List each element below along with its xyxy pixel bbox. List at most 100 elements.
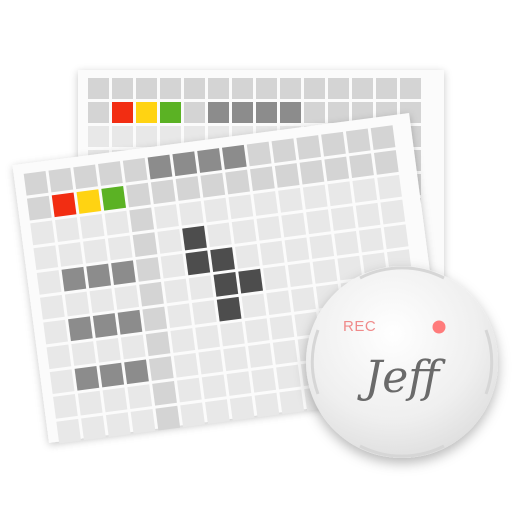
front-grid-cell [172,151,198,177]
front-grid-cell [254,392,280,418]
front-grid-cell [139,281,164,307]
front-grid-cell [231,219,257,244]
front-grid-cell [206,222,232,248]
front-grid-cell [246,141,272,167]
back-grid-cell [136,78,157,99]
front-grid-cell [135,257,161,282]
front-grid-cell [167,303,192,329]
front-grid-cell [327,181,353,207]
back-grid-cell [184,102,205,123]
front-grid-cell [274,163,300,188]
front-grid-cell [73,164,98,190]
back-grid-cell [400,78,421,99]
front-grid-cell [241,293,267,319]
front-grid-cell [58,242,83,267]
front-grid-cell [111,260,136,286]
front-grid-cell [235,244,260,269]
front-grid-cell [142,306,168,332]
front-grid-cell [76,189,102,214]
front-grid-cell [89,288,115,314]
front-grid-cell [352,178,378,203]
jeff-wordmark: Jeff [357,352,447,403]
back-grid-cell [136,102,157,123]
app-icon: REC Jeff [0,0,512,512]
front-grid-cell [53,394,78,419]
back-grid-cell [280,102,301,123]
front-grid-cell [155,405,181,431]
front-grid-cell [349,153,374,179]
front-grid-cell [266,290,292,316]
front-grid-cell [205,399,230,424]
front-grid-cell [263,265,288,291]
back-grid-cell [88,102,109,123]
front-grid-cell [225,169,250,195]
front-grid-cell [30,220,55,246]
front-grid-cell [296,135,322,160]
front-grid-cell [26,195,52,221]
front-grid-cell [130,409,156,434]
back-grid-cell [136,126,157,147]
front-grid-cell [157,229,183,254]
front-grid-cell [200,172,226,198]
front-grid-cell [330,206,356,231]
front-grid-cell [358,227,384,253]
front-grid-cell [107,235,133,261]
back-grid-cell [256,78,277,99]
front-grid-cell [380,199,406,225]
front-grid-cell [312,259,338,284]
front-grid-cell [64,291,90,317]
back-grid-cell [160,102,181,123]
front-grid-cell [281,212,307,238]
front-grid-cell [180,402,205,428]
front-grid-cell [148,356,174,381]
front-grid-cell [259,240,285,266]
front-grid-cell [191,300,217,325]
front-grid-cell [324,156,350,182]
front-grid-cell [120,334,146,360]
front-grid-cell [370,125,396,150]
front-grid-cell [256,215,282,241]
back-grid-cell [184,78,205,99]
front-grid-cell [96,337,121,363]
front-grid-cell [177,377,202,403]
front-grid-cell [198,349,224,375]
front-grid-cell [334,230,359,256]
front-grid-cell [321,131,346,157]
record-dot-icon [432,320,446,334]
front-grid-cell [104,210,130,236]
front-grid-cell [178,200,204,226]
back-grid-cell [208,102,229,123]
front-grid-cell [79,214,105,239]
back-grid-cell [112,102,133,123]
front-grid-cell [309,234,335,259]
front-grid-cell [61,266,87,292]
front-grid-cell [101,185,127,211]
back-grid-cell [304,78,325,99]
front-grid-cell [248,343,273,368]
front-grid-cell [163,278,189,304]
back-grid-cell [208,78,229,99]
front-grid-cell [253,191,278,216]
front-grid-cell [278,187,303,213]
front-grid-cell [124,359,149,385]
front-grid-cell [129,207,155,233]
front-grid-cell [223,346,248,372]
front-grid-cell [56,418,82,444]
front-grid-cell [86,263,112,289]
front-grid-cell [117,309,143,335]
front-grid-cell [345,128,371,154]
front-grid-cell [269,315,295,340]
back-grid-cell [232,102,253,123]
back-grid-cell [256,102,277,123]
front-grid-cell [226,371,252,396]
front-grid-cell [126,182,151,208]
front-grid-cell [355,202,381,228]
front-grid-cell [203,197,229,223]
front-grid-cell [238,268,263,294]
front-grid-cell [213,272,239,297]
front-grid-cell [250,166,275,192]
front-grid-cell [170,328,196,353]
front-grid-cell [40,294,65,320]
front-grid-cell [195,324,220,350]
front-grid-cell [102,387,128,413]
